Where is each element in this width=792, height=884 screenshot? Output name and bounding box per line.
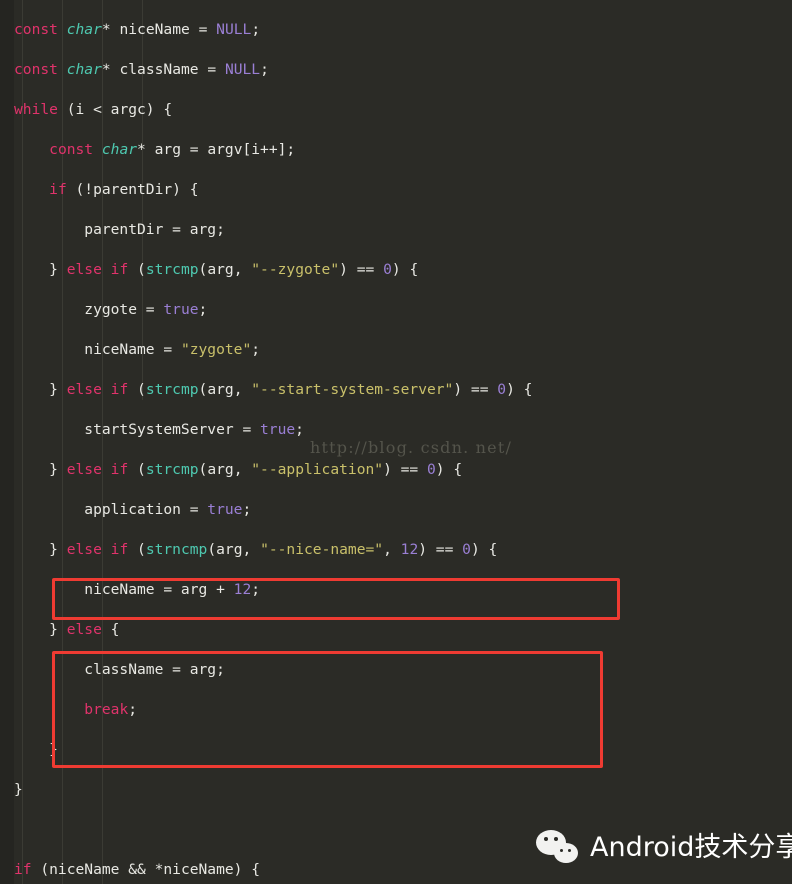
code-line: } else { xyxy=(14,621,120,638)
code-line: while (i < argc) { xyxy=(14,101,173,118)
code-line: zygote = true; xyxy=(14,301,208,318)
editor-gutter xyxy=(0,0,14,884)
csdn-watermark: http://blog. csdn. net/ xyxy=(310,438,513,457)
wechat-logo-icon xyxy=(536,828,582,868)
code-line: break; xyxy=(84,701,138,718)
code-line: startSystemServer = true; xyxy=(14,421,304,438)
code-line: if (!parentDir) { xyxy=(49,181,199,198)
code-line: niceName = "zygote"; xyxy=(14,341,261,358)
code-line: className = arg; xyxy=(14,661,225,678)
code-line: const char* className = NULL; xyxy=(14,61,269,78)
wechat-account-name: Android技术分享 xyxy=(590,832,792,863)
code-line: parentDir = arg; xyxy=(14,221,225,238)
code-line: } else if (strcmp(arg, "--zygote") == 0)… xyxy=(14,261,419,278)
code-line: } xyxy=(14,741,58,758)
code-line: } else if (strcmp(arg, "--application") … xyxy=(14,461,463,478)
code-screenshot: const char* niceName = NULL; const char*… xyxy=(0,0,792,884)
wechat-watermark: Android技术分享 xyxy=(536,828,792,868)
code-line: } else if (strncmp(arg, "--nice-name=", … xyxy=(14,541,498,558)
code-line: const char* niceName = NULL; xyxy=(14,21,261,38)
code-line: const char* arg = argv[i++]; xyxy=(49,141,296,158)
code-line: } else if (strcmp(arg, "--start-system-s… xyxy=(14,381,533,398)
code-line: } xyxy=(14,781,23,798)
code-line: niceName = arg + 12; xyxy=(14,581,261,598)
code-line: application = true; xyxy=(14,501,252,518)
